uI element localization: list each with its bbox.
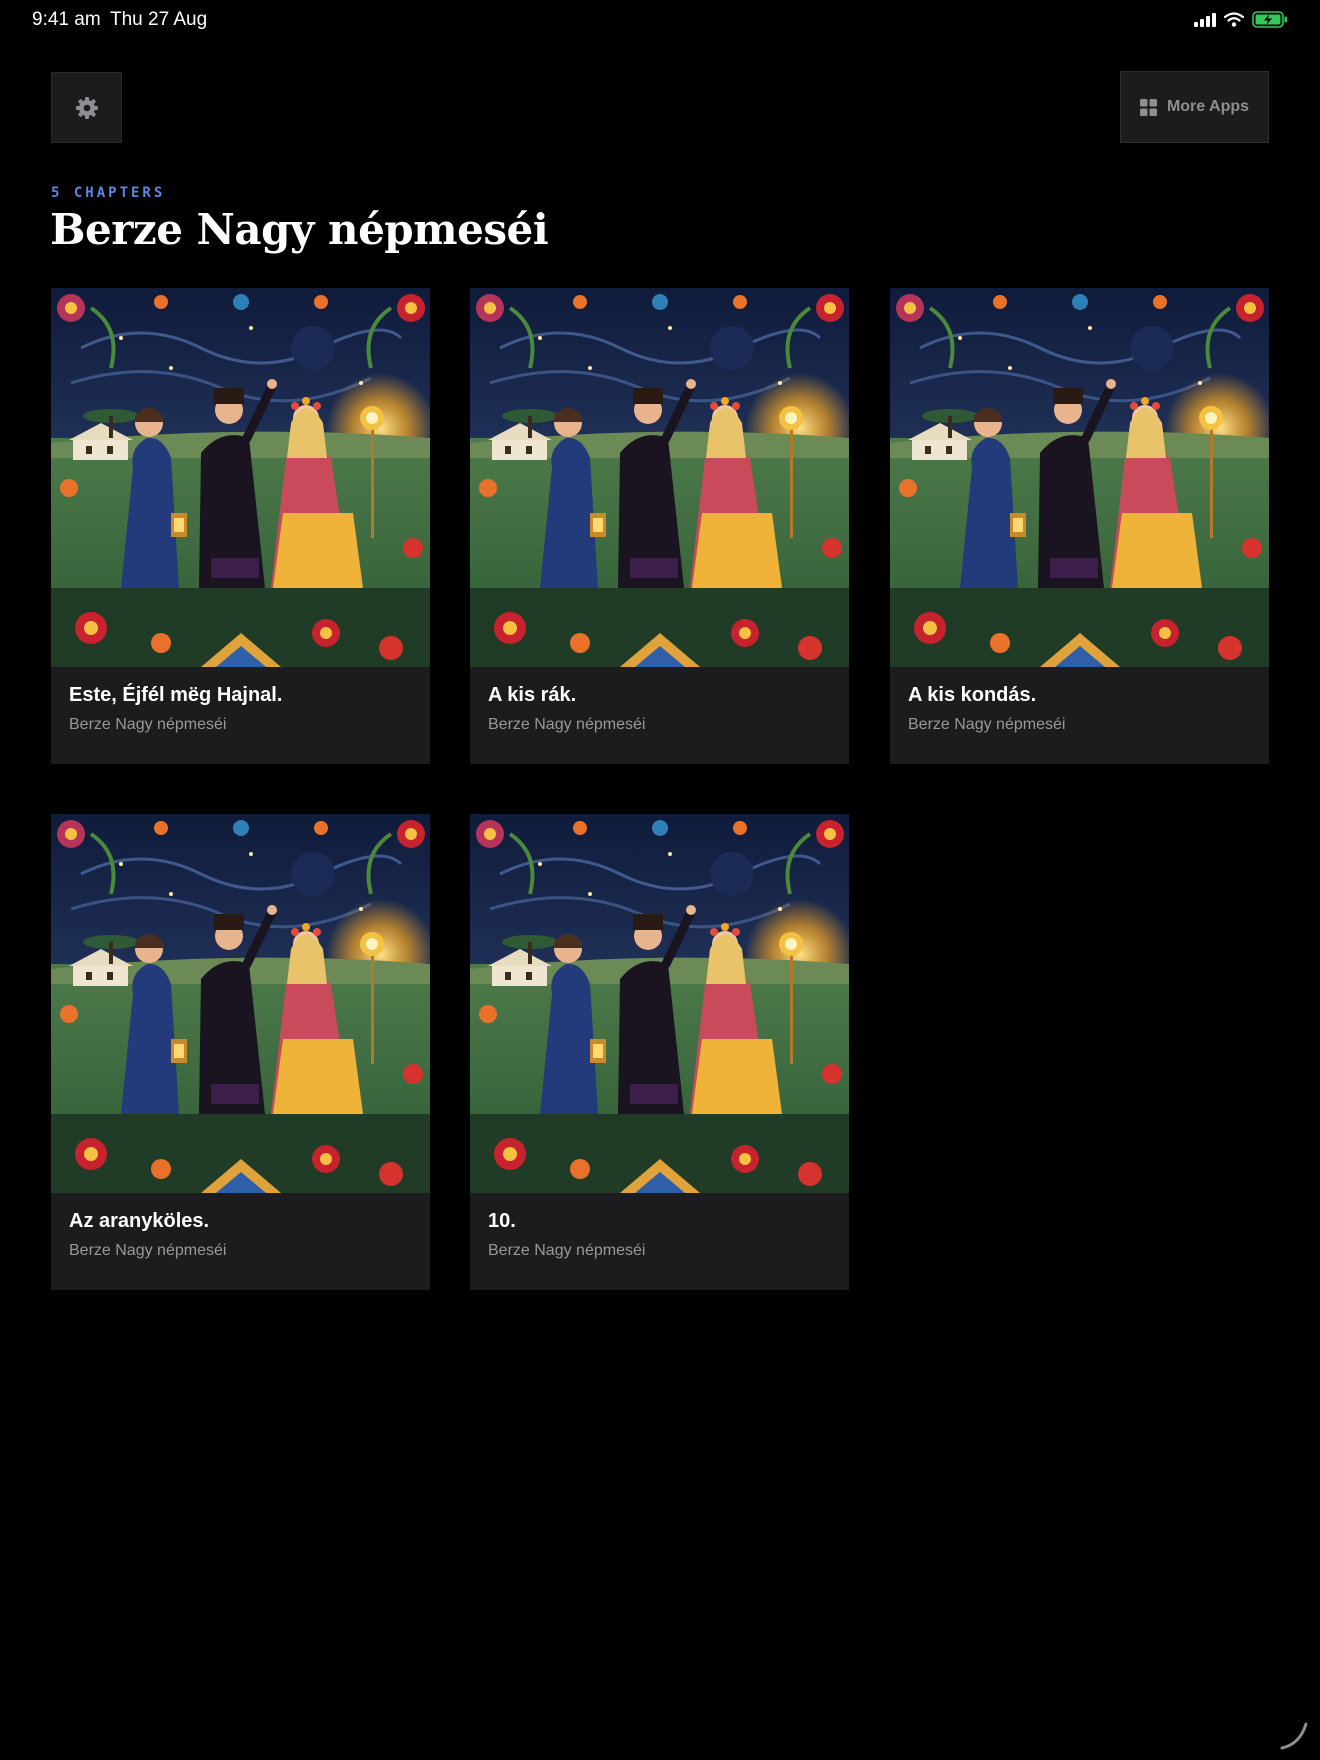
chapter-cover-image (470, 288, 849, 667)
status-time: 9:41 am (32, 9, 101, 30)
home-indicator-icon (1280, 1722, 1308, 1750)
chapter-title: Este, Éjfél mëg Hajnal. (69, 684, 283, 706)
status-date: Thu 27 Aug (110, 9, 208, 30)
battery-charging-icon (1252, 11, 1287, 28)
chapter-subtitle: Berze Nagy népmeséi (69, 1242, 227, 1259)
chapter-cover-image (890, 288, 1269, 667)
status-bar: 9:41 am Thu 27 Aug (0, 0, 1320, 40)
chapter-subtitle: Berze Nagy népmeséi (488, 716, 646, 733)
wifi-icon (1224, 12, 1244, 27)
chapter-subtitle: Berze Nagy népmeséi (488, 1242, 646, 1259)
gear-icon (75, 96, 98, 119)
settings-button[interactable] (51, 72, 122, 143)
chapter-card[interactable]: 10. Berze Nagy népmeséi (470, 814, 849, 1290)
chapter-card[interactable]: A kis rák. Berze Nagy népmeséi (470, 288, 849, 764)
status-indicators (1194, 11, 1288, 28)
grid-icon (1139, 98, 1157, 116)
more-apps-button[interactable]: More Apps (1120, 71, 1269, 143)
chapter-subtitle: Berze Nagy népmeséi (908, 716, 1066, 733)
chapter-title: 10. (488, 1210, 516, 1232)
chapter-title: A kis rák. (488, 684, 577, 706)
page-title: Berze Nagy népmeséi (50, 205, 549, 254)
chapter-card[interactable]: Az aranyköles. Berze Nagy népmeséi (51, 814, 430, 1290)
chapter-card[interactable]: Este, Éjfél mëg Hajnal. Berze Nagy népme… (51, 288, 430, 764)
chapter-cover-image (470, 814, 849, 1193)
chapters-count: 5 CHAPTERS (51, 185, 166, 201)
chapter-title: Az aranyköles. (69, 1210, 210, 1232)
chapter-card[interactable]: A kis kondás. Berze Nagy népmeséi (890, 288, 1269, 764)
chapter-title: A kis kondás. (908, 684, 1037, 706)
chapter-subtitle: Berze Nagy népmeséi (69, 716, 227, 733)
cellular-signal-icon (1194, 12, 1216, 27)
chapter-cover-image (51, 814, 430, 1193)
chapter-cover-image (51, 288, 430, 667)
more-apps-label: More Apps (1166, 98, 1250, 115)
